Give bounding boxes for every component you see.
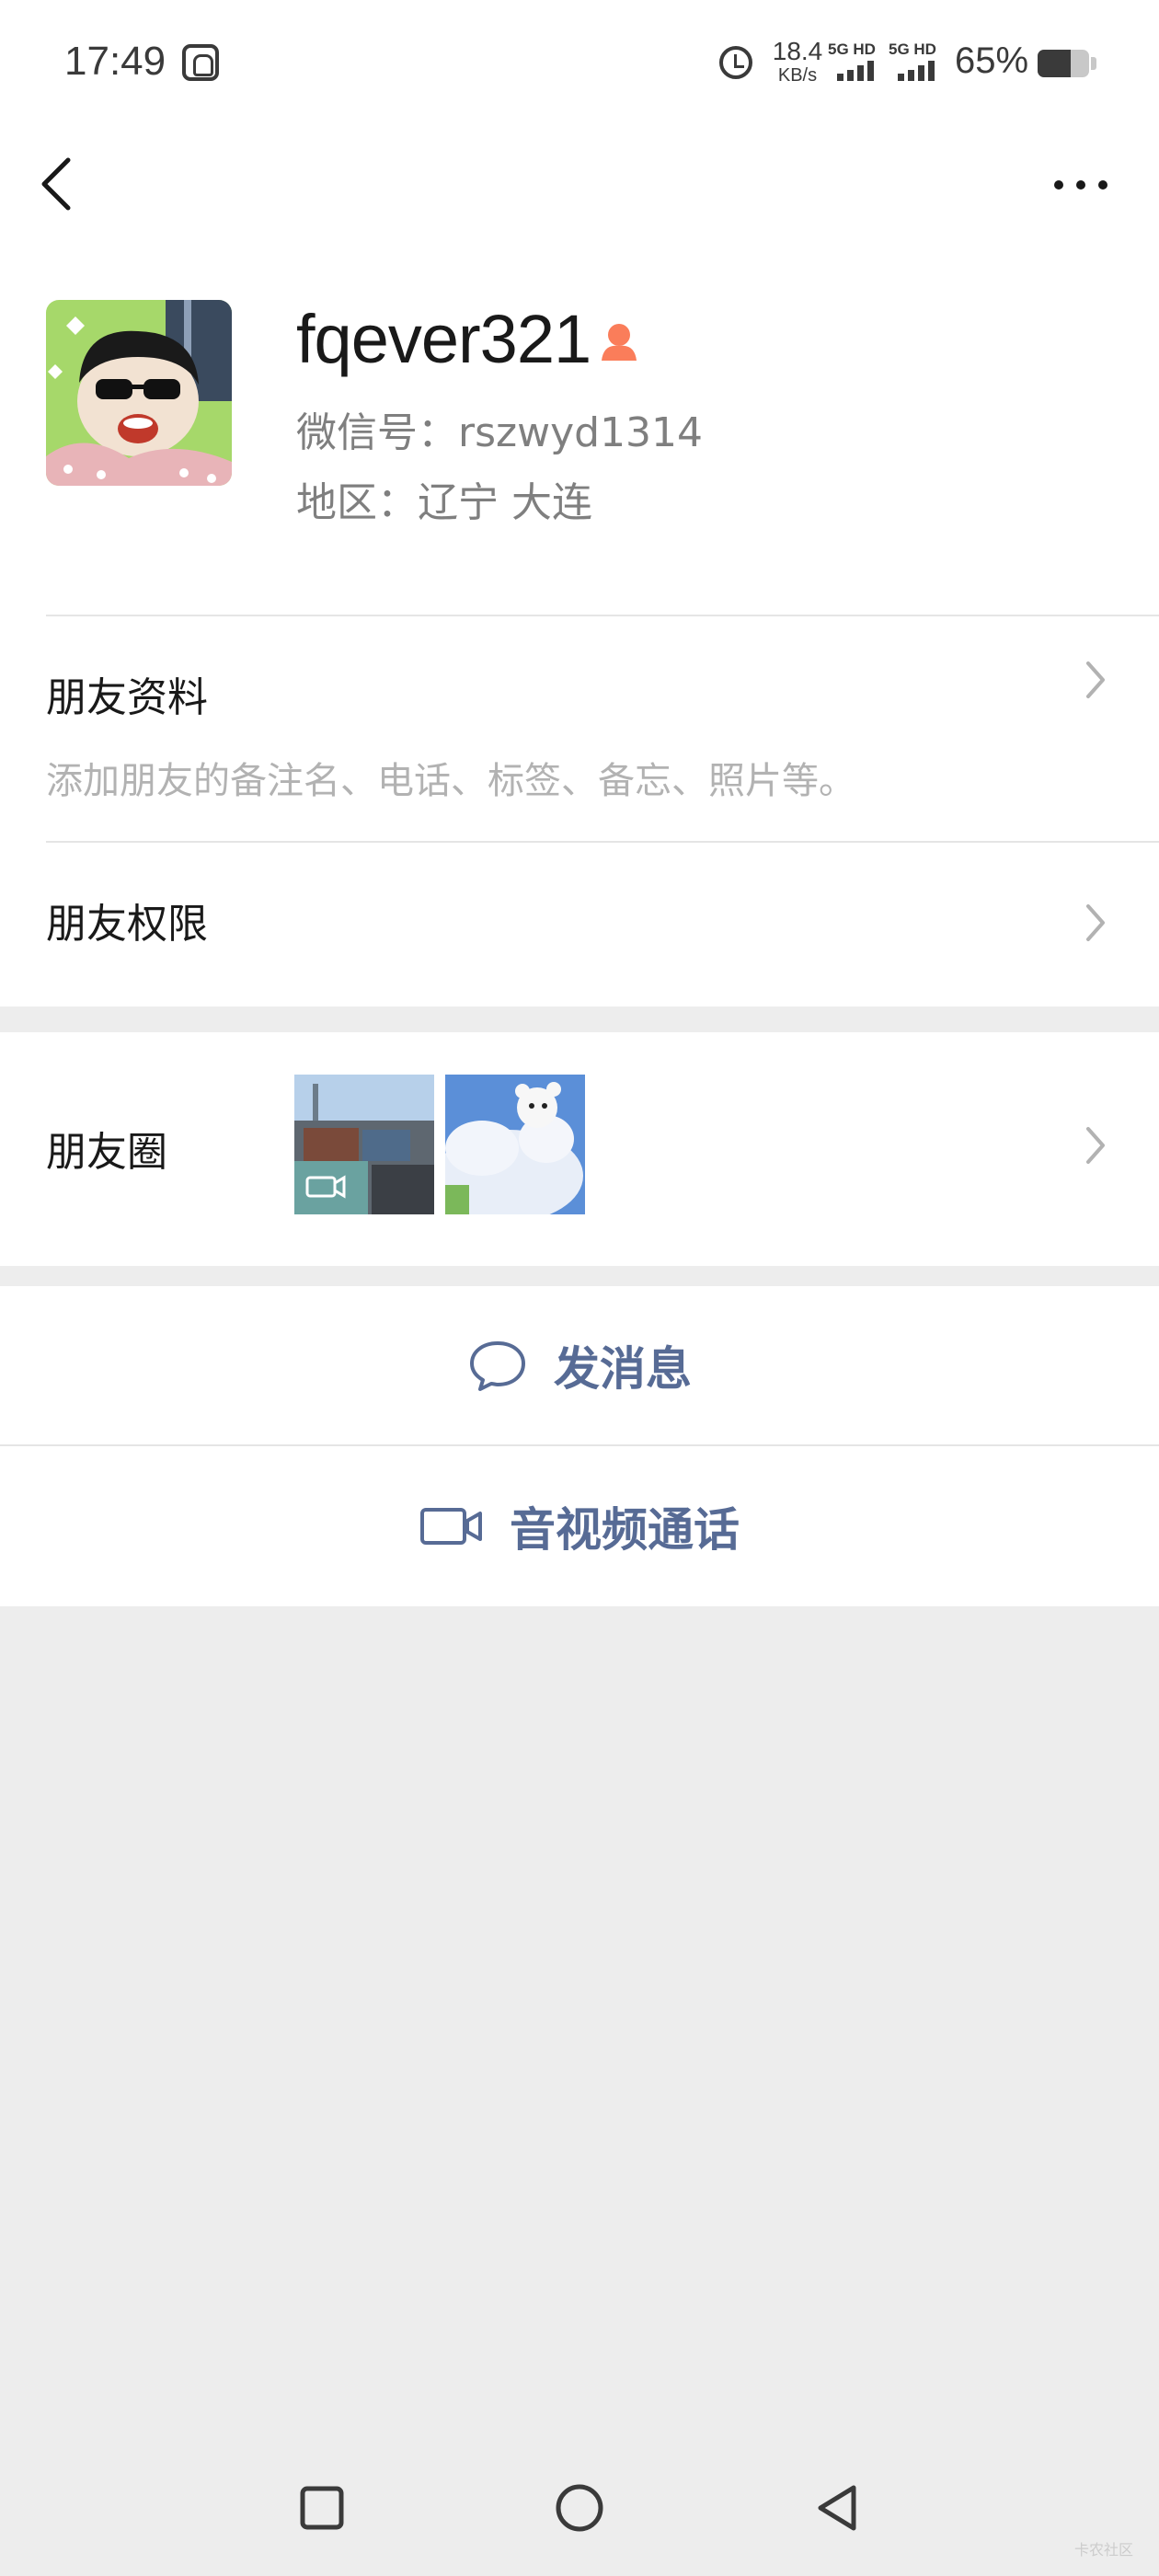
status-bar: 17:49 18.4 KB/s 5G HD 5G HD 65% [0, 0, 1159, 124]
alarm-icon [719, 46, 752, 79]
signal-label-2: 5G HD [889, 40, 936, 58]
chevron-right-icon [1086, 904, 1105, 941]
moments-title: 朋友圈 [46, 1129, 167, 1176]
friend-info-title: 朋友资料 [46, 674, 208, 721]
video-camera-icon [420, 1508, 482, 1545]
signal-icon-2: 5G HD [889, 40, 947, 83]
female-icon [602, 324, 637, 361]
status-time: 17:49 [64, 39, 166, 84]
watermark: 卡农社区 [1074, 2541, 1134, 2559]
home-icon[interactable] [554, 2482, 605, 2534]
more-icon[interactable] [1049, 166, 1113, 202]
video-thumbnail[interactable] [294, 1075, 434, 1214]
net-speed-unit: KB/s [777, 65, 818, 86]
region: 地区：辽宁 大连 [296, 479, 592, 526]
battery-tip [1091, 57, 1096, 70]
net-speed: 18.4 KB/s [765, 37, 830, 86]
friend-info-row[interactable] [0, 616, 1159, 841]
friend-permission-title: 朋友权限 [46, 901, 208, 948]
back-icon[interactable] [28, 147, 83, 221]
avatar[interactable] [46, 300, 232, 486]
recent-apps-icon[interactable] [298, 2484, 346, 2532]
video-call-button[interactable]: 音视频通话 [0, 1446, 1159, 1606]
photo-thumbnail[interactable] [445, 1075, 585, 1214]
wechat-id: 微信号：rszwyd1314 [296, 409, 704, 456]
chevron-right-icon [1086, 661, 1105, 698]
chat-bubble-icon [470, 1341, 525, 1391]
nickname: fqever321 [296, 301, 591, 377]
signal-label-1: 5G HD [828, 40, 876, 58]
hand-icon [182, 44, 219, 81]
system-nav-bar [0, 2466, 1159, 2558]
send-message-label: 发消息 [554, 1342, 692, 1396]
video-call-label: 音视频通话 [510, 1503, 740, 1557]
net-speed-value: 18.4 [772, 37, 823, 65]
back-nav-icon[interactable] [813, 2482, 861, 2534]
friend-info-subtitle: 添加朋友的备注名、电话、标签、备忘、照片等。 [46, 760, 855, 802]
chevron-right-icon [1086, 1127, 1105, 1164]
battery-percent: 65% [955, 40, 1029, 81]
send-message-button[interactable]: 发消息 [0, 1286, 1159, 1444]
signal-icon: 5G HD [828, 40, 887, 83]
battery-icon [1038, 50, 1089, 77]
